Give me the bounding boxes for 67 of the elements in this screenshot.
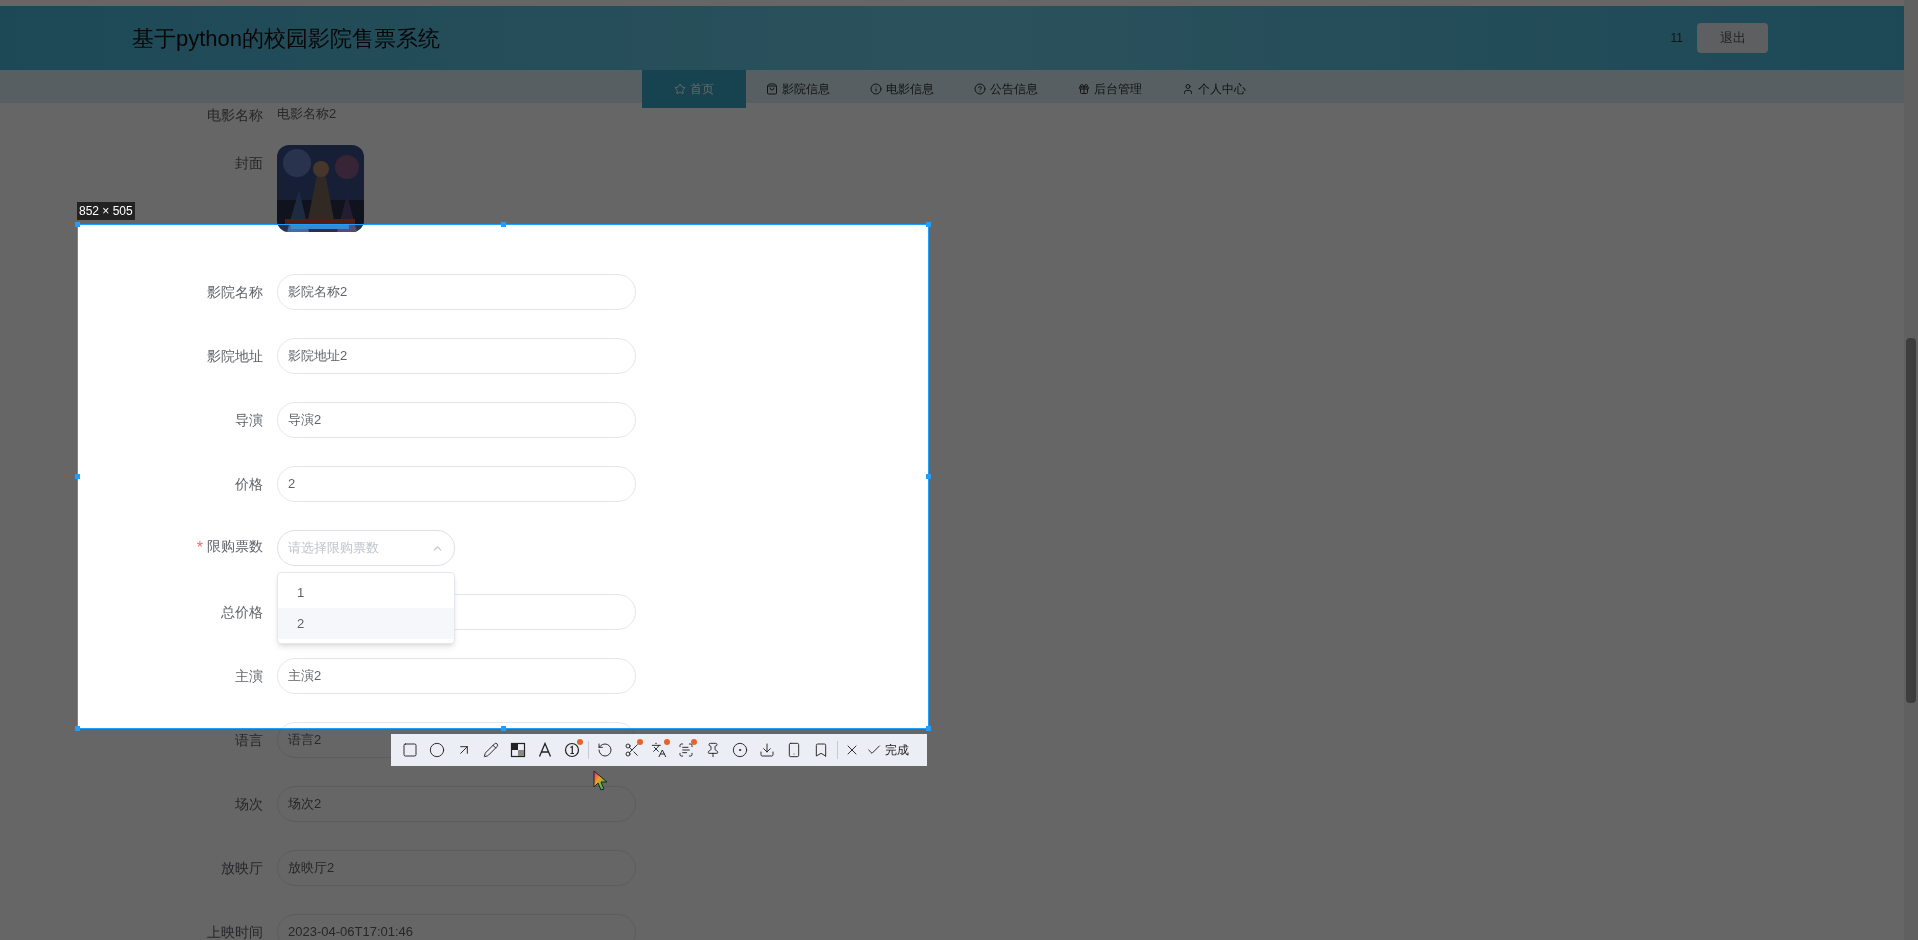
translate-icon [651, 742, 667, 758]
username: 11 [1670, 30, 1683, 47]
undo-icon [597, 742, 613, 758]
dropdown-option[interactable]: 2 [278, 608, 454, 639]
phone-icon [786, 742, 802, 758]
nav-tab[interactable]: 公告信息 [954, 70, 1058, 108]
resize-handle[interactable] [75, 222, 80, 227]
field-label: 影院地址 [207, 346, 263, 366]
field-label: 限购票数 [207, 537, 263, 556]
input-field[interactable]: 放映厅2 [277, 850, 636, 886]
user-icon [1182, 83, 1194, 95]
field-value: 电影名称2 [277, 105, 337, 123]
ellipse-icon [429, 742, 445, 758]
input-field[interactable]: 影院地址2 [277, 338, 636, 374]
field-label: 总价格 [221, 602, 263, 622]
nav-tab[interactable]: 首页 [642, 70, 746, 108]
number-marker-icon [564, 742, 580, 758]
field-label: 放映厅 [221, 858, 263, 878]
text-tool-icon [537, 742, 553, 758]
scissors-icon [624, 742, 640, 758]
download-icon [759, 742, 775, 758]
scrollbar[interactable] [1904, 0, 1918, 940]
pin-icon [705, 742, 721, 758]
rectangle-icon [402, 742, 418, 758]
field-label: 导演 [235, 410, 263, 430]
text-scan-icon [678, 742, 694, 758]
nav-tab[interactable]: 个人中心 [1162, 70, 1266, 108]
bag-icon [766, 83, 778, 95]
logout-button[interactable]: 退出 [1697, 23, 1768, 53]
done-button[interactable]: 完成 [866, 741, 909, 759]
required-mark: * [196, 538, 203, 558]
dropdown-option[interactable]: 1 [278, 577, 454, 608]
select-field[interactable]: 请选择限购票数 [277, 530, 455, 566]
input-field[interactable]: 影院名称2 [277, 274, 636, 310]
nav-tab[interactable]: 影院信息 [746, 70, 850, 108]
field-label: 语言 [235, 730, 263, 750]
input-field[interactable]: 2023-04-06T17:01:46 [277, 914, 636, 940]
resize-handle[interactable] [926, 474, 931, 479]
field-label: 电影名称 [207, 106, 263, 125]
input-field[interactable]: 主演2 [277, 658, 636, 694]
field-label: 主演 [235, 666, 263, 686]
mouse-cursor-icon [593, 770, 609, 792]
resize-handle[interactable] [75, 726, 80, 731]
input-field[interactable]: 2 [277, 466, 636, 502]
resize-handle[interactable] [501, 222, 506, 227]
input-field[interactable]: 导演2 [277, 402, 636, 438]
resize-handle[interactable] [75, 474, 80, 479]
resize-handle[interactable] [501, 726, 506, 731]
field-label: 影院名称 [207, 282, 263, 302]
gift-icon [1078, 83, 1090, 95]
input-field[interactable]: 场次2 [277, 786, 636, 822]
record-icon [732, 742, 748, 758]
nav-tab[interactable]: 后台管理 [1058, 70, 1162, 108]
field-label: 场次 [235, 794, 263, 814]
site-title: 基于python的校园影院售票系统 [132, 24, 442, 53]
info-icon [870, 83, 882, 95]
size-label: 852 × 505 [77, 202, 135, 220]
nav-tab[interactable]: 电影信息 [850, 70, 954, 108]
help-icon [974, 83, 986, 95]
resize-handle[interactable] [926, 222, 931, 227]
field-label: 封面 [235, 154, 263, 173]
resize-handle[interactable] [926, 726, 931, 731]
star-icon [674, 83, 686, 95]
pencil-icon [483, 742, 499, 758]
bookmark-icon [813, 742, 829, 758]
mosaic-icon [510, 742, 526, 758]
field-label: 价格 [235, 474, 263, 494]
